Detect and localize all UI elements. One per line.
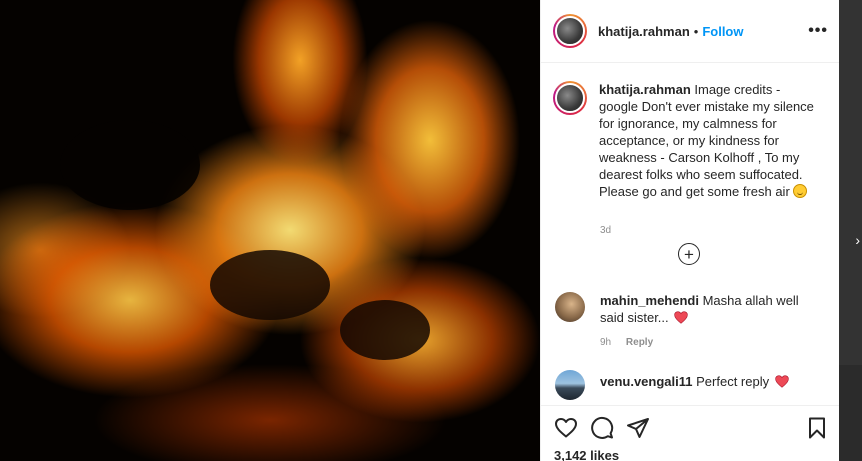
author-username[interactable]: khatija.rahman [598,24,690,39]
post-photo-fire[interactable] [0,0,540,461]
caption-username[interactable]: khatija.rahman [599,82,691,97]
more-options-icon[interactable]: ••• [808,22,828,40]
caption-timestamp[interactable]: 3d [600,225,611,236]
backdrop-overlay [839,0,862,365]
photo-shadow [210,250,330,320]
load-more-comments-button[interactable]: + [678,243,700,265]
comment-item: mahin_mehendi Masha allah well said sist… [553,292,833,348]
separator-dot: • [693,23,699,39]
likes-count[interactable]: 3,142 likes [554,448,619,461]
comment-bubble-icon[interactable] [590,416,614,440]
photo-shadow [340,300,430,360]
comments-section[interactable]: khatija.rahman Image credits - google Do… [541,64,840,405]
reply-button[interactable]: Reply [626,337,653,348]
heart-outline-icon[interactable] [554,416,578,440]
comment-item: venu.vengali11 Perfect reply [553,370,833,400]
comment-username[interactable]: mahin_mehendi [600,293,699,308]
post-header: khatija.rahman • Follow ••• [541,0,840,63]
caption-text: Image credits - google Don't ever mistak… [599,82,814,199]
comment-meta: 9h Reply [600,337,665,348]
post-actions-bar: 3,142 likes [541,405,840,461]
commenter-avatar[interactable] [555,370,585,400]
modal-backdrop-right: › [839,0,862,461]
photo-shadow [60,120,200,210]
chevron-right-icon[interactable]: › [855,232,860,248]
caption-avatar[interactable] [553,81,587,115]
follow-button[interactable]: Follow [702,24,743,39]
red-heart-icon [674,311,688,324]
commenter-avatar[interactable] [555,292,585,322]
smiling-face-icon [793,184,808,198]
author-avatar[interactable] [553,14,587,48]
comment-username[interactable]: venu.vengali11 [600,374,693,389]
post-side-panel: khatija.rahman • Follow ••• khatija.rahm… [540,0,840,461]
caption-text-block: khatija.rahman Image credits - google Do… [599,81,819,200]
paper-plane-icon[interactable] [626,416,650,440]
post-caption: khatija.rahman Image credits - google Do… [553,81,833,236]
comment-text-block: venu.vengali11 Perfect reply [600,370,800,400]
bookmark-icon[interactable] [805,416,829,440]
red-heart-icon [775,375,789,388]
comment-text: Perfect reply [696,374,770,389]
comment-text-block: mahin_mehendi Masha allah well said sist… [600,292,800,326]
comment-timestamp[interactable]: 9h [600,337,611,348]
